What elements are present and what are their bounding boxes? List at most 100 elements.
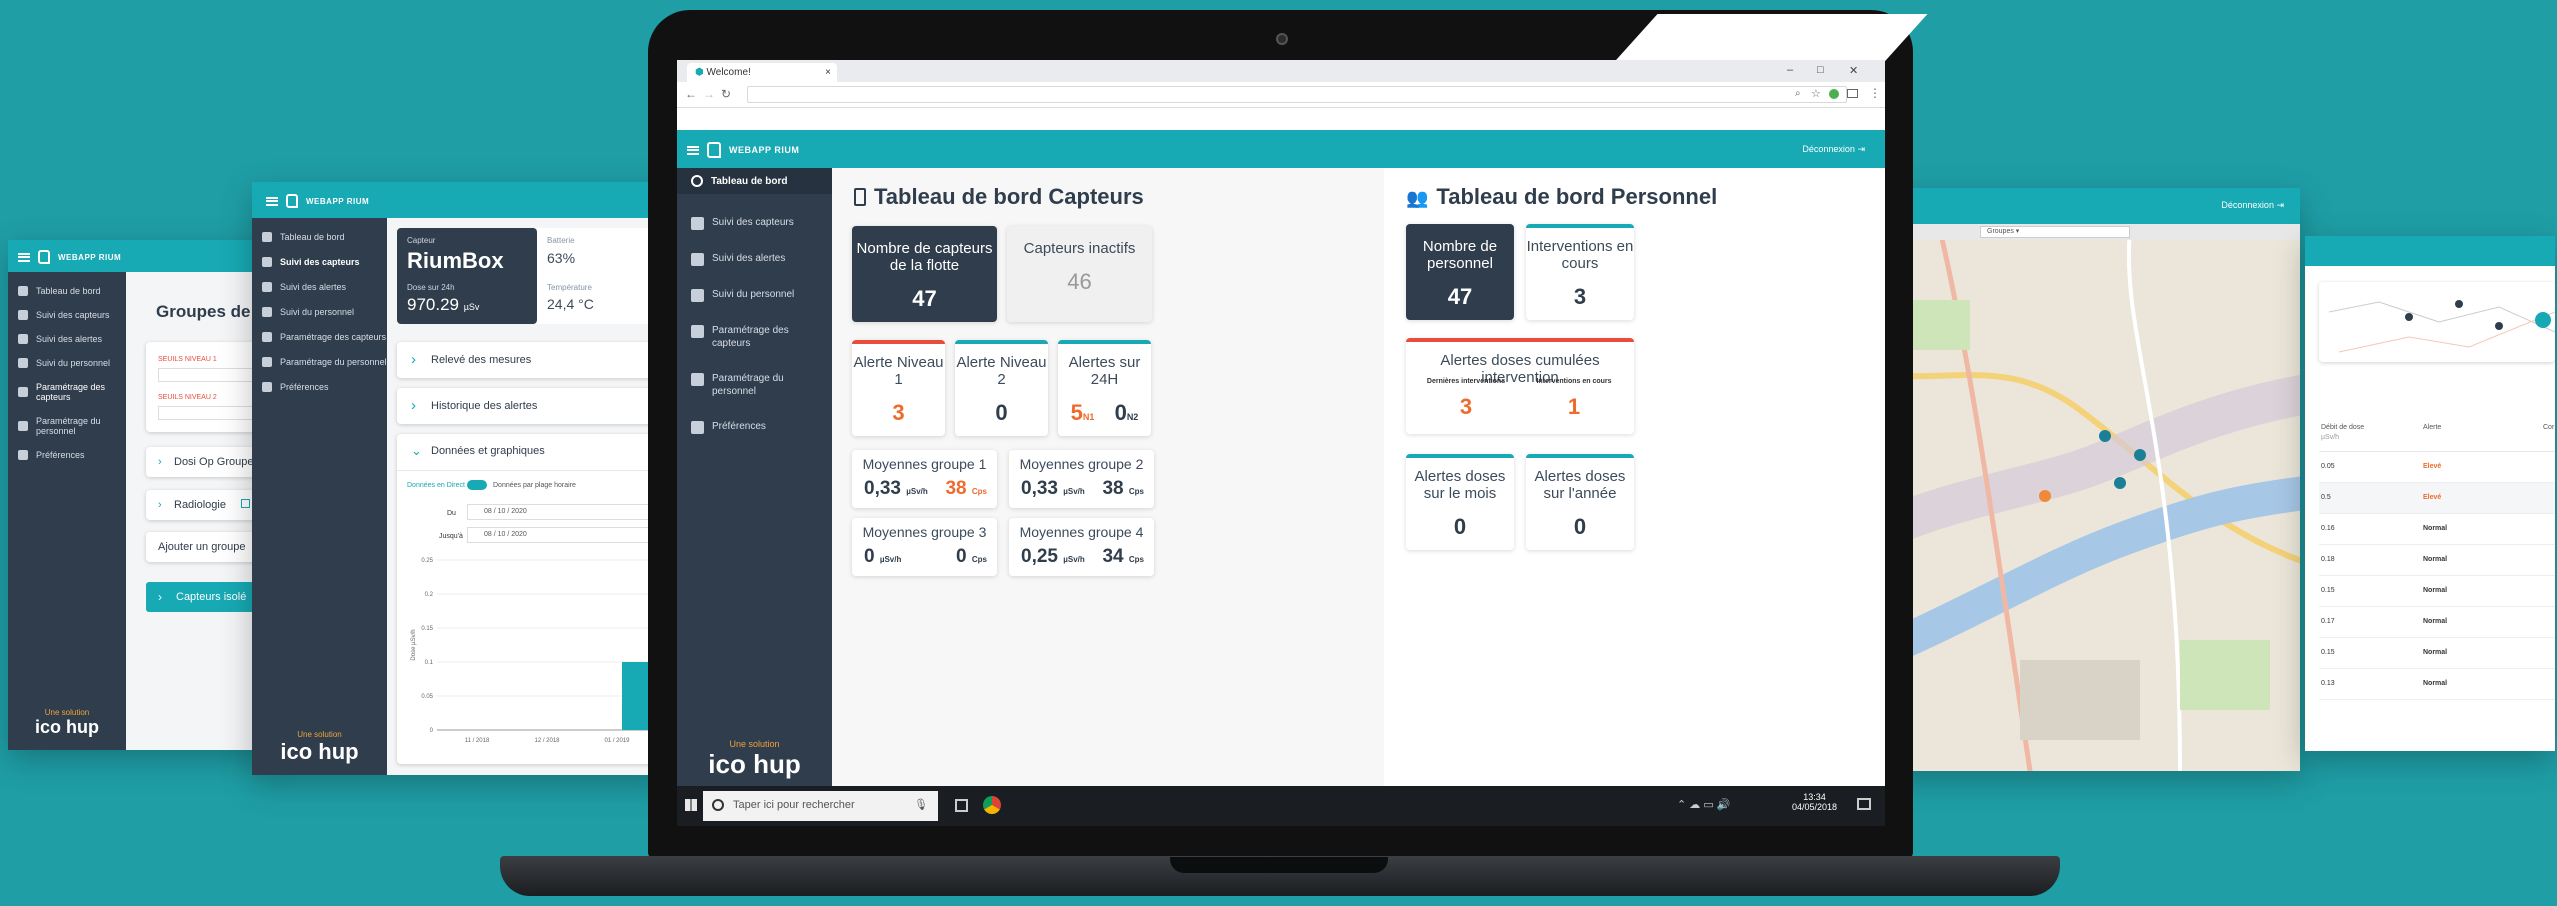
dashboard-capteurs: Tableau de bord Capteurs Nombre de capte… <box>832 168 1384 786</box>
table-row[interactable]: 0.5 Elevé <box>2319 483 2555 514</box>
tile-alerte-n1[interactable]: Alerte Niveau 1 3 <box>852 340 945 436</box>
tab-close-icon[interactable]: × <box>825 67 831 78</box>
logout-link[interactable]: Déconnexion ⇥ <box>2221 200 2284 211</box>
reload-icon[interactable]: ↻ <box>721 87 731 101</box>
back-icon[interactable]: ← <box>685 87 697 101</box>
date-to-input[interactable]: 08 / 10 / 2020 <box>467 527 657 543</box>
tile-cumul-intervention[interactable]: Alertes doses cumulées intervention Dern… <box>1406 338 1634 434</box>
date-from-input[interactable]: 08 / 10 / 2020 <box>467 504 657 520</box>
maximize-button[interactable]: □ <box>1817 64 1824 76</box>
tile-flotte[interactable]: Nombre de capteurs de la flotte 47 <box>852 226 997 322</box>
groups-select[interactable]: Groupes ▾ <box>1980 226 2130 238</box>
laptop-notch <box>1170 857 1388 873</box>
table-row[interactable]: 0.05 Elevé <box>2319 452 2555 483</box>
sidebar-item-param-personnel[interactable]: Paramétrage du personnel <box>18 416 126 436</box>
dashboard-personnel: 👥 Tableau de bord Personnel Nombre de per… <box>1384 168 1885 786</box>
chevron-right-icon: › <box>158 590 162 604</box>
more-icon[interactable]: ⋮ <box>1869 86 1881 100</box>
tile-alertes-mois[interactable]: Alertes doses sur le mois 0 <box>1406 454 1514 550</box>
minimize-button[interactable]: – <box>1787 64 1793 76</box>
mode-toggle[interactable] <box>467 480 487 490</box>
tile-moyennes-groupe-4[interactable]: Moyennes groupe 4 0,25 µSv/h 34 Cps <box>1009 518 1154 576</box>
sidebar-item-capteurs[interactable]: Suivi des capteurs <box>18 310 126 320</box>
tile-alerte-n2[interactable]: Alerte Niveau 2 0 <box>955 340 1048 436</box>
tile-nombre-personnel[interactable]: Nombre de personnel 47 <box>1406 224 1514 320</box>
sidebar-item-1[interactable]: Suivi des capteurs <box>691 216 821 230</box>
sidebar-item-capteurs[interactable]: Suivi des capteurs <box>262 257 387 267</box>
wifi-icon <box>691 217 704 230</box>
address-bar[interactable] <box>747 86 1847 103</box>
menu-icon[interactable] <box>687 145 699 155</box>
clock[interactable]: 13:34 04/05/2018 <box>1792 792 1837 812</box>
sidebar-item-tableau[interactable]: Tableau de bord <box>262 232 387 242</box>
sidebar-item-personnel[interactable]: Suivi du personnel <box>262 307 387 317</box>
sidebar-item-tableau[interactable]: Tableau de bord <box>18 286 126 296</box>
taskbar-search[interactable]: Taper ici pour rechercher 🎙 <box>703 791 938 821</box>
browser-tab[interactable]: ⬢ Welcome! × <box>687 63 837 82</box>
sidebar-item-6[interactable]: Préférences <box>691 420 821 434</box>
sidebar-item-personnel[interactable]: Suivi du personnel <box>18 358 126 368</box>
chrome-icon[interactable] <box>983 796 1001 814</box>
panel-topbar: WEBAPP RIUM <box>252 182 672 218</box>
notification-icon[interactable] <box>1857 798 1871 810</box>
table-row[interactable]: 0.13 Normal <box>2319 669 2555 700</box>
tile-interventions[interactable]: Interventions en cours 3 <box>1526 224 1634 320</box>
microphone-icon[interactable]: 🎙 <box>914 798 928 811</box>
sidebar-item-5[interactable]: Paramétrage du personnel <box>691 372 821 398</box>
sidebar-item-param-personnel[interactable]: Paramétrage du personnel <box>262 357 387 367</box>
sidebar-item-alertes[interactable]: Suivi des alertes <box>262 282 387 292</box>
table-row[interactable]: 0.15 Normal <box>2319 576 2555 607</box>
screen-glare <box>1612 14 1928 64</box>
brand-name: WEBAPP RIUM <box>729 145 800 155</box>
sidebar-item-preferences[interactable]: Préférences <box>18 450 126 460</box>
close-window-button[interactable]: ✕ <box>1849 64 1858 77</box>
sidebar-item-param-capteurs[interactable]: Paramétrage des capteurs <box>18 382 126 402</box>
menu-icon[interactable] <box>266 196 278 206</box>
extension-icon[interactable] <box>1829 89 1839 99</box>
panel-alert-table: Débit de dose µSv/h Alerte Cor 0.05 Elevé… <box>2305 236 2555 751</box>
map[interactable] <box>1880 240 2300 771</box>
releve-mesures[interactable]: › Relevé des mesures <box>397 342 657 378</box>
panel-capteur-detail: WEBAPP RIUM Tableau de bord Suivi des ca… <box>252 182 672 775</box>
tile-moyennes-groupe-1[interactable]: Moyennes groupe 1 0,33 µSv/h 38 Cps <box>852 450 997 508</box>
users-icon <box>691 289 704 302</box>
edit-icon[interactable] <box>241 499 250 508</box>
table-row[interactable]: 0.18 Normal <box>2319 545 2555 576</box>
sidebar-item-tableau[interactable]: Tableau de bord <box>677 168 832 194</box>
tile-alertes-24h[interactable]: Alertes sur 24H 5N1 0N2 <box>1058 340 1151 436</box>
star-icon[interactable]: ☆ <box>1811 87 1821 100</box>
table-row[interactable]: 0.15 Normal <box>2319 638 2555 669</box>
dashboard-icon <box>262 232 272 242</box>
system-tray[interactable]: ⌃ ☁ ▭ 🔊 <box>1677 798 1730 811</box>
tile-alertes-annee[interactable]: Alertes doses sur l'année 0 <box>1526 454 1634 550</box>
sidebar-item-3[interactable]: Suivi du personnel <box>691 288 821 302</box>
zoom-icon[interactable]: ⌕ <box>1795 88 1801 99</box>
sidebar-item-alertes[interactable]: Suivi des alertes <box>18 334 126 344</box>
windows-start-icon[interactable] <box>685 799 697 811</box>
sidebar: Tableau de bord Suivi des capteurs Suivi … <box>677 168 832 786</box>
forward-icon[interactable]: → <box>703 87 715 101</box>
sidebar-item-4[interactable]: Paramétrage des capteurs <box>691 324 821 350</box>
menu-icon[interactable] <box>18 252 30 262</box>
task-view-icon[interactable] <box>955 799 968 812</box>
sidebar-item-preferences[interactable]: Préférences <box>262 382 387 392</box>
tile-moyennes-groupe-2[interactable]: Moyennes groupe 2 0,33 µSv/h 38 Cps <box>1009 450 1154 508</box>
y-tick-label: 0.15 <box>421 626 433 632</box>
user-settings-icon <box>262 357 272 367</box>
sidebar-item-param-capteurs[interactable]: Paramétrage des capteurs <box>262 332 387 342</box>
tile-inactifs[interactable]: Capteurs inactifs 46 <box>1007 226 1152 322</box>
historique-alertes[interactable]: › Historique des alertes <box>397 388 657 424</box>
table-row[interactable]: 0.16 Normal <box>2319 514 2555 545</box>
sidebar-item-2[interactable]: Suivi des alertes <box>691 252 821 266</box>
dashboard-icon <box>691 175 703 187</box>
logout-link[interactable]: Déconnexion ⇥ <box>1802 144 1865 155</box>
sidebar: Tableau de bord Suivi des capteurs Suivi… <box>8 272 126 750</box>
brand-name: WEBAPP RIUM <box>58 252 122 262</box>
chevron-down-icon[interactable]: ⌄ <box>411 443 422 459</box>
icohup-logo: Une solution ico hup <box>35 708 99 737</box>
y-axis-label: Dose µSv/h <box>411 629 417 660</box>
table-row[interactable]: 0.17 Normal <box>2319 607 2555 638</box>
cast-icon[interactable] <box>1847 89 1858 98</box>
laptop-screen: ⬢ Welcome! × – □ ✕ ← → ↻ ⌕ ☆ ⋮ WEBAPP RI… <box>677 60 1885 826</box>
tile-moyennes-groupe-3[interactable]: Moyennes groupe 30 µSv/h 0 Cps <box>852 518 997 576</box>
